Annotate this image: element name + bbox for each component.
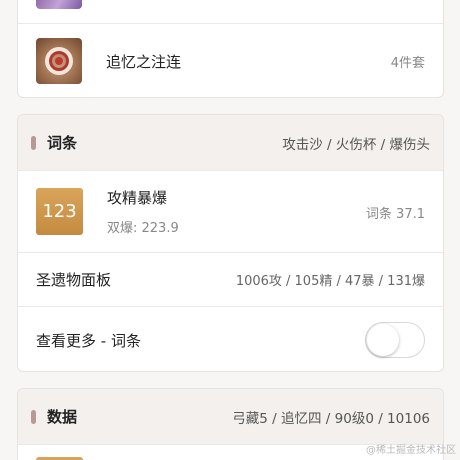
score-row[interactable]: 123 攻精暴爆 双爆: 223.9 词条 37.1	[18, 171, 443, 253]
show-more-row[interactable]: 查看更多 - 词条	[18, 307, 443, 371]
artifact-set-icon	[36, 38, 82, 84]
artifact-thumbnail	[36, 0, 82, 9]
show-more-toggle[interactable]	[365, 322, 425, 358]
section-title: 词条	[47, 134, 78, 152]
panel-label: 圣遗物面板	[36, 271, 112, 289]
main-stat-pieces: 攻击沙 / 火伤杯 / 爆伤头	[282, 136, 430, 153]
toggle-knob	[367, 324, 399, 356]
artifact-set-name: 追忆之注连	[106, 52, 182, 71]
artifact-set-row[interactable]: 追忆之注连 4件套	[18, 24, 443, 97]
substat-count: 词条 37.1	[365, 206, 425, 222]
data-header: 数据 弓藏5 / 追忆四 / 90级0 / 10106	[18, 389, 443, 445]
artifact-set-card: 追忆之注连 4件套	[17, 0, 444, 98]
previous-artifact-row[interactable]	[18, 0, 443, 24]
panel-value: 1006攻 / 105精 / 47暴 / 131爆	[235, 274, 425, 289]
section-marker	[31, 409, 36, 424]
score-name: 攻精暴爆	[107, 189, 168, 207]
panel-row: 圣遗物面板 1006攻 / 105精 / 47暴 / 131爆	[18, 253, 443, 307]
data-summary: 弓藏5 / 追忆四 / 90级0 / 10106	[232, 410, 430, 427]
show-more-label: 查看更多 - 词条	[36, 331, 141, 350]
section-title: 数据	[47, 408, 78, 426]
watermark: @稀土掘金技术社区	[366, 445, 456, 456]
substats-header: 词条 攻击沙 / 火伤杯 / 爆伤头	[18, 115, 443, 171]
substats-card: 词条 攻击沙 / 火伤杯 / 爆伤头 123 攻精暴爆 双爆: 223.9 词条…	[17, 114, 444, 372]
section-marker	[31, 135, 36, 150]
artifact-set-count: 4件套	[390, 55, 425, 71]
score-badge: 123	[36, 188, 83, 235]
crit-value: 双爆: 223.9	[107, 221, 179, 236]
